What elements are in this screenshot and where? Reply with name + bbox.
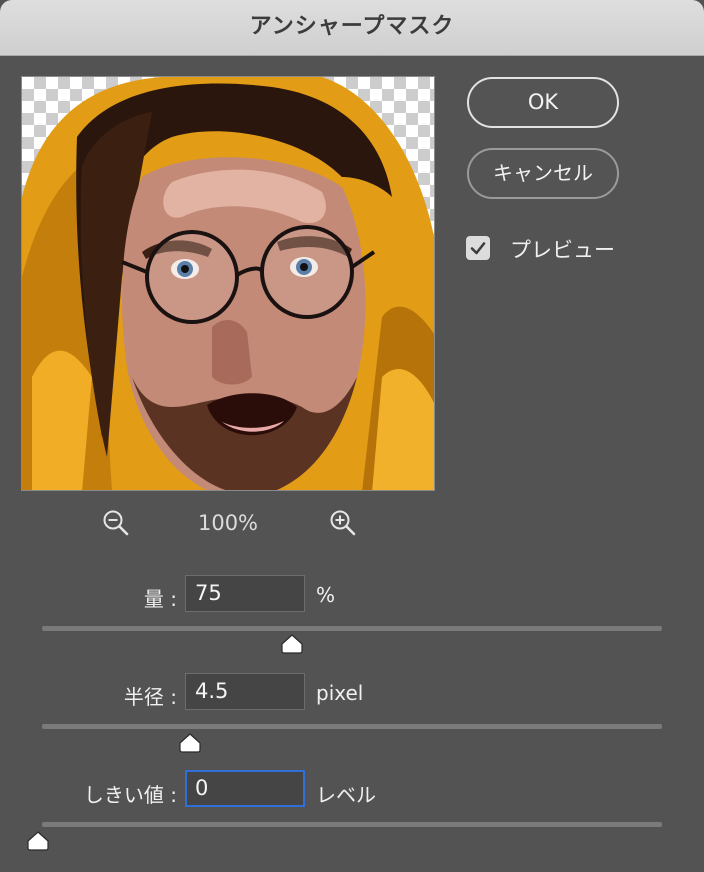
checkmark-icon bbox=[470, 242, 486, 255]
threshold-unit: レベル bbox=[316, 783, 376, 807]
radius-slider-thumb[interactable] bbox=[178, 733, 202, 753]
zoom-out-button[interactable] bbox=[102, 509, 130, 541]
radius-input[interactable]: 4.5 bbox=[185, 673, 305, 710]
zoom-in-button[interactable] bbox=[329, 509, 357, 541]
threshold-slider-track[interactable] bbox=[42, 822, 662, 827]
preview-label[interactable]: プレビュー bbox=[510, 234, 615, 264]
threshold-slider-thumb[interactable] bbox=[26, 831, 50, 851]
zoom-level: 100% bbox=[197, 511, 259, 535]
ok-button[interactable]: OK bbox=[467, 77, 619, 128]
zoom-out-icon bbox=[103, 510, 129, 536]
preview-portrait-image bbox=[22, 77, 434, 490]
amount-unit: % bbox=[316, 583, 336, 607]
threshold-label: しきい値 : bbox=[83, 783, 177, 807]
dialog-title: アンシャープマスク bbox=[249, 14, 455, 39]
radius-unit: pixel bbox=[316, 681, 364, 705]
amount-slider-track[interactable] bbox=[42, 626, 662, 631]
title-bar[interactable]: アンシャープマスク bbox=[0, 0, 704, 56]
radius-label: 半径 : bbox=[123, 685, 177, 709]
amount-slider-thumb[interactable] bbox=[280, 634, 304, 654]
unsharp-mask-dialog: アンシャープマスク OK キャンセル プレビュー 100% 量: 75 % 半… bbox=[0, 0, 704, 872]
preview-checkbox[interactable] bbox=[466, 236, 490, 260]
amount-input[interactable]: 75 bbox=[185, 575, 305, 612]
amount-label: 量 : bbox=[143, 587, 177, 611]
zoom-in-icon bbox=[330, 510, 356, 536]
cancel-button[interactable]: キャンセル bbox=[467, 148, 619, 199]
preview-image[interactable] bbox=[21, 76, 435, 491]
threshold-input[interactable]: 0 bbox=[185, 770, 305, 807]
radius-slider-track[interactable] bbox=[42, 724, 662, 729]
